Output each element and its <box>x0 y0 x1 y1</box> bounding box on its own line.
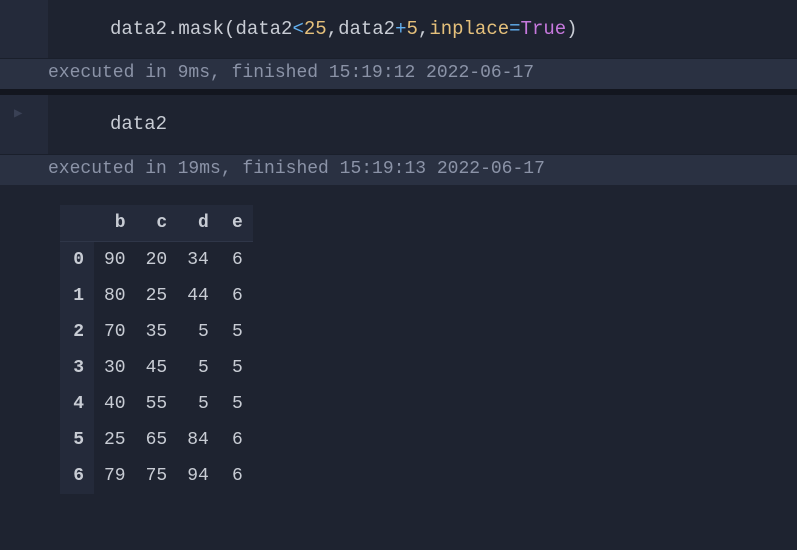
table-cell: 6 <box>219 422 253 458</box>
table-cell: 35 <box>136 314 178 350</box>
table-cell: 40 <box>94 386 136 422</box>
table-row: 18025446 <box>60 278 253 314</box>
code-token: data2 <box>110 113 167 135</box>
table-cell: 84 <box>177 422 219 458</box>
table-row: 09020346 <box>60 241 253 278</box>
row-index: 2 <box>60 314 94 350</box>
table-cell: 44 <box>177 278 219 314</box>
row-index: 6 <box>60 458 94 494</box>
table-cell: 25 <box>94 422 136 458</box>
code-cell-1[interactable]: data2.mask(data2<25,data2+5,inplace=True… <box>0 0 797 58</box>
table-cell: 55 <box>136 386 178 422</box>
table-cell: 75 <box>136 458 178 494</box>
code-cell-2[interactable]: ▶ data2 <box>0 95 797 153</box>
table-cell: 20 <box>136 241 178 278</box>
row-index: 3 <box>60 350 94 386</box>
column-header: e <box>219 205 253 242</box>
row-index: 0 <box>60 241 94 278</box>
code-token: True <box>521 18 567 40</box>
table-cell: 65 <box>136 422 178 458</box>
code-input[interactable]: data2 <box>0 95 797 153</box>
code-token: . <box>167 18 178 40</box>
code-token: ( <box>224 18 235 40</box>
table-cell: 90 <box>94 241 136 278</box>
table-cell: 34 <box>177 241 219 278</box>
table-cell: 94 <box>177 458 219 494</box>
cell-gutter <box>0 95 48 153</box>
table-cell: 6 <box>219 458 253 494</box>
column-header: b <box>94 205 136 242</box>
code-token: = <box>509 18 520 40</box>
table-cell: 5 <box>177 314 219 350</box>
code-token: data2 <box>235 18 292 40</box>
table-header-row: b c d e <box>60 205 253 242</box>
table-cell: 79 <box>94 458 136 494</box>
cell-output: b c d e 09020346180254462703555330455544… <box>0 185 797 494</box>
table-cell: 30 <box>94 350 136 386</box>
code-token: 5 <box>407 18 418 40</box>
table-row: 2703555 <box>60 314 253 350</box>
table-row: 52565846 <box>60 422 253 458</box>
table-cell: 6 <box>219 278 253 314</box>
code-token: 25 <box>304 18 327 40</box>
code-token: data2 <box>338 18 395 40</box>
table-cell: 45 <box>136 350 178 386</box>
code-token: data2 <box>110 18 167 40</box>
table-cell: 70 <box>94 314 136 350</box>
table-row: 3304555 <box>60 350 253 386</box>
table-row: 67975946 <box>60 458 253 494</box>
row-index: 4 <box>60 386 94 422</box>
code-token: , <box>327 18 338 40</box>
execution-status: executed in 19ms, finished 15:19:13 2022… <box>0 154 797 185</box>
table-cell: 5 <box>219 350 253 386</box>
table-cell: 5 <box>219 314 253 350</box>
table-cell: 5 <box>177 350 219 386</box>
table-cell: 5 <box>219 386 253 422</box>
execution-status: executed in 9ms, finished 15:19:12 2022-… <box>0 58 797 89</box>
cell-gutter <box>0 0 48 58</box>
code-input[interactable]: data2.mask(data2<25,data2+5,inplace=True… <box>0 0 797 58</box>
code-token: ) <box>566 18 577 40</box>
table-row: 4405555 <box>60 386 253 422</box>
run-indicator-icon: ▶ <box>14 105 22 122</box>
table-cell: 80 <box>94 278 136 314</box>
column-header: c <box>136 205 178 242</box>
dataframe-table: b c d e 09020346180254462703555330455544… <box>60 205 253 494</box>
code-token: mask <box>178 18 224 40</box>
code-token: , <box>418 18 429 40</box>
code-token: + <box>395 18 406 40</box>
code-token: inplace <box>429 18 509 40</box>
code-token: < <box>292 18 303 40</box>
column-header: d <box>177 205 219 242</box>
table-cell: 6 <box>219 241 253 278</box>
table-corner <box>60 205 94 242</box>
table-cell: 5 <box>177 386 219 422</box>
row-index: 1 <box>60 278 94 314</box>
row-index: 5 <box>60 422 94 458</box>
table-cell: 25 <box>136 278 178 314</box>
